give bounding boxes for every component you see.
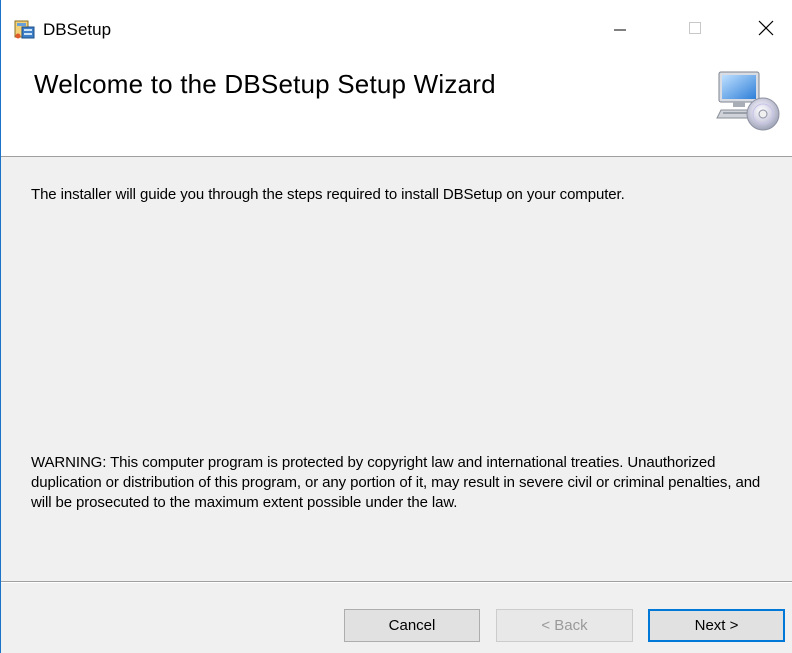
maximize-icon xyxy=(689,22,701,34)
cancel-button[interactable]: Cancel xyxy=(344,609,480,642)
maximize-button[interactable] xyxy=(672,0,718,56)
title-bar[interactable]: DBSetup xyxy=(1,0,792,56)
installer-app-icon xyxy=(13,18,37,40)
footer-divider xyxy=(1,581,792,583)
close-icon xyxy=(758,20,774,36)
wizard-heading: Welcome to the DBSetup Setup Wizard xyxy=(34,69,496,99)
setup-window: DBSetup Welcome to the DBSetup Setup Wiz… xyxy=(0,0,792,653)
minimize-icon xyxy=(614,29,626,31)
window-title: DBSetup xyxy=(43,20,112,39)
back-button[interactable]: < Back xyxy=(496,609,633,642)
close-button[interactable] xyxy=(743,0,789,56)
copyright-warning: WARNING: This computer program is protec… xyxy=(31,454,761,511)
minimize-button[interactable] xyxy=(597,0,643,56)
intro-text: The installer will guide you through the… xyxy=(31,186,625,203)
computer-cd-icon xyxy=(715,68,781,132)
wizard-banner: Welcome to the DBSetup Setup Wizard xyxy=(1,56,792,157)
next-button[interactable]: Next > xyxy=(648,609,785,642)
